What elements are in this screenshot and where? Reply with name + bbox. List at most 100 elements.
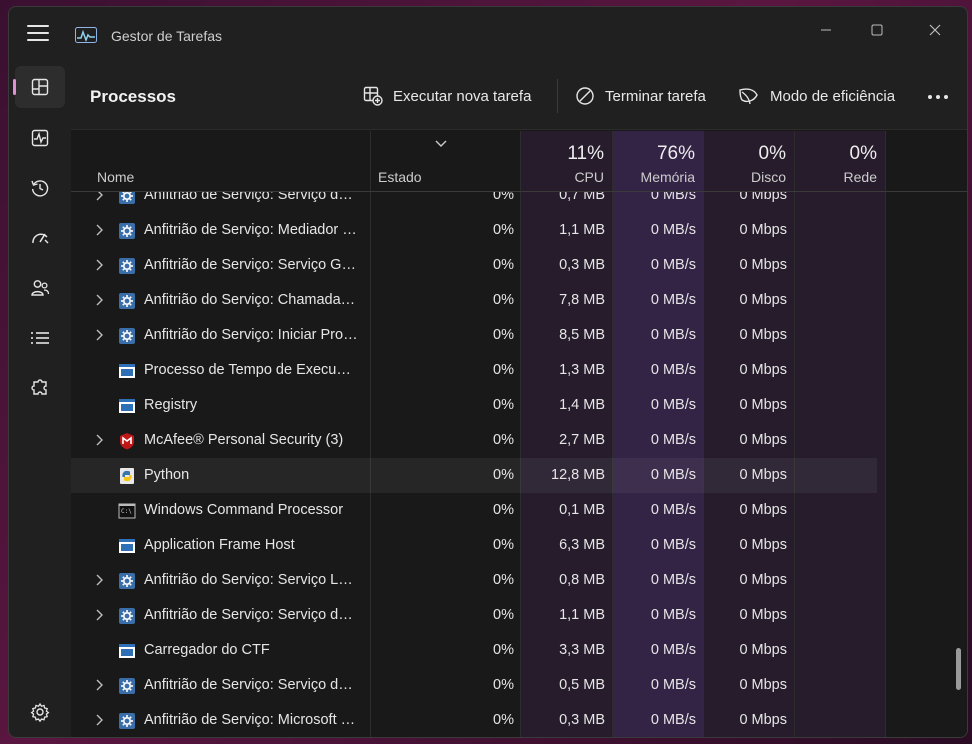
process-name: Anfitrião de Serviço: Mediador de Ligaçã… — [144, 222, 358, 238]
table-row[interactable]: Python 0% 12,8 MB 0 MB/s 0 Mbps — [71, 458, 877, 493]
table-row[interactable]: Anfitrião do Serviço: Iniciar Processos 0… — [71, 318, 877, 353]
close-button[interactable] — [915, 17, 955, 47]
process-network: 0 Mbps — [739, 362, 787, 378]
sidebar-item-users[interactable] — [15, 267, 65, 309]
process-memory: 0,7 MB — [559, 192, 605, 203]
header-name[interactable]: Nome — [71, 131, 370, 191]
process-network: 0 Mbps — [739, 292, 787, 308]
details-list-icon — [31, 332, 49, 344]
sidebar-item-performance[interactable] — [15, 117, 65, 159]
table-row[interactable]: Carregador do CTF 0% 3,3 MB 0 MB/s 0 Mbps — [71, 633, 877, 668]
process-cpu: 0% — [493, 362, 514, 378]
header-network[interactable]: 0% Rede — [794, 131, 885, 191]
efficiency-mode-button[interactable]: Modo de eficiência — [738, 81, 895, 111]
run-new-task-button[interactable]: Executar nova tarefa — [363, 81, 531, 111]
table-row[interactable]: McAfee® Personal Security (3) 0% 2,7 MB 0 M… — [71, 423, 877, 458]
table-row[interactable]: Anfitrião de Serviço: Serviço de Disposi… — [71, 668, 877, 703]
process-disk: 0 MB/s — [650, 572, 696, 588]
command-bar: Processos Executar nova tarefa Terminar … — [71, 59, 967, 130]
chevron-right-icon[interactable] — [93, 574, 105, 586]
chevron-right-icon[interactable] — [93, 609, 105, 621]
process-network: 0 Mbps — [739, 537, 787, 553]
chevron-right-icon[interactable] — [93, 192, 105, 201]
maximize-icon — [871, 24, 883, 36]
process-disk: 0 MB/s — [650, 537, 696, 553]
process-cpu: 0% — [493, 397, 514, 413]
process-name: Registry — [144, 397, 198, 413]
process-name: Anfitrião de Serviço: Microsoft Office — [144, 712, 358, 728]
process-network: 0 Mbps — [739, 712, 787, 728]
gear-window-icon — [119, 223, 135, 239]
sidebar-item-startup[interactable] — [15, 217, 65, 259]
process-name: Anfitrião de Serviço: Serviço de Dados — [144, 607, 358, 623]
table-row[interactable]: Anfitrião de Serviço: Serviço de Ligação… — [71, 192, 877, 213]
process-cpu: 0% — [493, 502, 514, 518]
active-indicator — [13, 79, 16, 95]
gear-window-icon — [119, 192, 135, 204]
process-name: Processo de Tempo de Execução — [144, 362, 358, 378]
process-name: Anfitrião de Serviço: Serviço de Ligação… — [144, 192, 358, 203]
table-row[interactable]: Processo de Tempo de Execução 0% 1,3 MB 0 M… — [71, 353, 877, 388]
processes-grid-icon — [31, 78, 49, 96]
table-row[interactable]: Application Frame Host 0% 6,3 MB 0 MB/s 0 Mb… — [71, 528, 877, 563]
process-cpu: 0% — [493, 712, 514, 728]
maximize-button[interactable] — [857, 17, 897, 47]
chevron-right-icon[interactable] — [93, 294, 105, 306]
leaf-efficiency-icon — [739, 88, 758, 105]
gear-window-icon — [119, 608, 135, 624]
table-row[interactable]: Registry 0% 1,4 MB 0 MB/s 0 Mbps — [71, 388, 877, 423]
table-row[interactable]: Anfitrião do Serviço: Chamada de Procedi… — [71, 283, 877, 318]
chevron-right-icon[interactable] — [93, 714, 105, 726]
more-options-icon[interactable] — [923, 87, 953, 107]
end-task-button[interactable]: Terminar tarefa — [575, 81, 706, 111]
process-disk: 0 MB/s — [650, 362, 696, 378]
process-list: Anfitrião de Serviço: Serviço de Ligação… — [71, 192, 967, 737]
chevron-right-icon[interactable] — [93, 679, 105, 691]
process-memory: 12,8 MB — [551, 467, 605, 483]
header-memory[interactable]: 76% Memória — [612, 131, 703, 191]
process-name: Windows Command Processor — [144, 502, 344, 518]
process-disk: 0 MB/s — [650, 712, 696, 728]
table-row[interactable]: Anfitrião de Serviço: Microsoft Office 0%… — [71, 703, 877, 737]
sidebar-item-app-history[interactable] — [15, 167, 65, 209]
run-new-task-icon — [363, 86, 383, 106]
hamburger-menu-icon[interactable] — [27, 25, 49, 43]
process-cpu: 0% — [493, 607, 514, 623]
main-content: Processos Executar nova tarefa Terminar … — [71, 59, 967, 737]
settings-button[interactable] — [15, 691, 65, 733]
header-disk[interactable]: 0% Disco — [703, 131, 794, 191]
table-row[interactable]: Anfitrião de Serviço: Serviço de Dados 0%… — [71, 598, 877, 633]
sidebar-item-details[interactable] — [15, 317, 65, 359]
process-memory: 0,5 MB — [559, 677, 605, 693]
gear-window-icon — [119, 258, 135, 274]
header-status[interactable]: Estado — [370, 131, 520, 191]
process-disk: 0 MB/s — [650, 327, 696, 343]
svg-text:C:\: C:\ — [121, 508, 132, 515]
chevron-right-icon[interactable] — [93, 259, 105, 271]
table-row[interactable]: C:\ Windows Command Processor 0% 0,1 MB 0 MB… — [71, 493, 877, 528]
process-network: 0 Mbps — [739, 467, 787, 483]
table-header: Nome Estado 11% CPU 76% Memória 0% Disco — [71, 131, 967, 192]
table-row[interactable]: Anfitrião de Serviço: Mediador de Ligaçã… — [71, 213, 877, 248]
chevron-right-icon[interactable] — [93, 434, 105, 446]
table-row[interactable]: Anfitrião de Serviço: Serviço Gestor 0% 0,… — [71, 248, 877, 283]
process-network: 0 Mbps — [739, 327, 787, 343]
header-memory-label: Memória — [640, 169, 695, 185]
process-memory: 2,7 MB — [559, 432, 605, 448]
vertical-scrollbar[interactable] — [956, 648, 961, 690]
sidebar-item-services[interactable] — [15, 367, 65, 409]
chevron-right-icon[interactable] — [93, 224, 105, 236]
table-row[interactable]: Anfitrião do Serviço: Serviço Local 0% 0,8… — [71, 563, 877, 598]
sidebar-item-processes[interactable] — [13, 66, 65, 108]
header-cpu-label: CPU — [574, 169, 604, 185]
startup-gauge-icon — [32, 233, 49, 244]
blue-window-icon — [119, 364, 135, 378]
header-cpu[interactable]: 11% CPU — [520, 131, 612, 191]
blue-window-icon — [119, 644, 135, 658]
mcafee-shield-icon — [120, 433, 134, 450]
chevron-right-icon[interactable] — [93, 329, 105, 341]
process-disk: 0 MB/s — [650, 607, 696, 623]
gear-window-icon — [119, 328, 135, 344]
minimize-button[interactable] — [806, 17, 846, 47]
chevron-down-icon — [435, 140, 447, 147]
